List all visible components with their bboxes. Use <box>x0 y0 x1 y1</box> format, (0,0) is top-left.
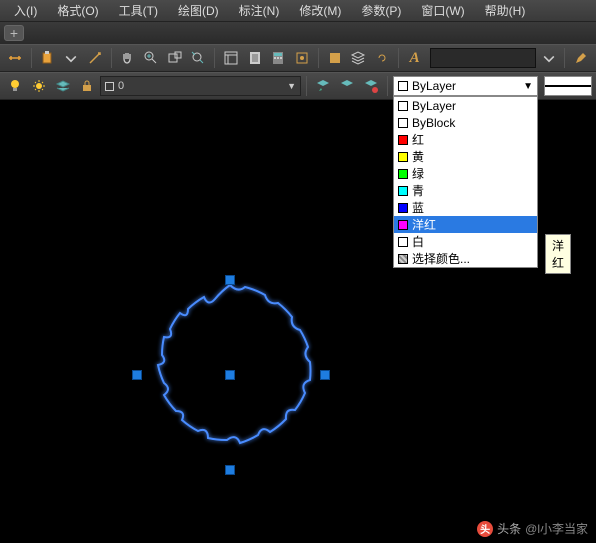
zoom-prev-icon[interactable] <box>188 47 210 69</box>
layer-state-icon[interactable] <box>336 75 358 97</box>
layer-icon[interactable] <box>348 47 370 69</box>
grip-left[interactable] <box>132 370 142 380</box>
grip-bottom[interactable] <box>225 465 235 475</box>
swatch-icon <box>398 118 408 128</box>
color-option-cyan[interactable]: 青 <box>394 182 537 199</box>
swatch-icon <box>398 81 408 91</box>
swatch-icon <box>398 203 408 213</box>
swatch-icon <box>398 169 408 179</box>
color-option-blue[interactable]: 蓝 <box>394 199 537 216</box>
chevron-down-icon[interactable] <box>60 47 82 69</box>
color-option-bylayer[interactable]: ByLayer <box>394 97 537 114</box>
chevron-down-icon: ▼ <box>287 81 296 91</box>
chevron-down-icon: ▼ <box>523 81 533 92</box>
layer-iso-icon[interactable] <box>360 75 382 97</box>
swatch-icon <box>105 82 114 91</box>
swatch-icon <box>398 254 408 264</box>
color-dropdown-list: ByLayer ByBlock 红 黄 绿 青 蓝 洋红 白 选择颜色... <box>393 96 538 268</box>
credit-prefix: 头条 <box>497 520 521 537</box>
watermark: 头 头条 @l小李当家 <box>477 520 588 537</box>
tooltip: 洋红 <box>545 234 571 274</box>
tool-block[interactable] <box>324 47 346 69</box>
grip-center[interactable] <box>225 370 235 380</box>
tool-link[interactable] <box>371 47 393 69</box>
color-option-magenta[interactable]: 洋红 <box>394 216 537 233</box>
pan-icon[interactable] <box>117 47 139 69</box>
swatch-icon <box>398 101 408 111</box>
tool-paste[interactable] <box>37 47 59 69</box>
color-option-yellow[interactable]: 黄 <box>394 148 537 165</box>
text-style-input[interactable] <box>430 48 536 68</box>
swatch-icon <box>398 135 408 145</box>
layer-prev-icon[interactable] <box>312 75 334 97</box>
color-selected-label: ByLayer <box>412 79 456 93</box>
lock-icon[interactable] <box>76 75 98 97</box>
color-option-white[interactable]: 白 <box>394 233 537 250</box>
swatch-icon <box>398 186 408 196</box>
calc-icon[interactable] <box>268 47 290 69</box>
menu-draw[interactable]: 绘图(D) <box>168 0 229 21</box>
properties-icon[interactable] <box>220 47 242 69</box>
layers-stack-icon[interactable] <box>52 75 74 97</box>
color-option-green[interactable]: 绿 <box>394 165 537 182</box>
swatch-icon <box>398 237 408 247</box>
layer-dropdown[interactable]: 0 ▼ <box>100 76 301 96</box>
menu-param[interactable]: 参数(P) <box>351 0 411 21</box>
logo-icon: 头 <box>477 521 493 537</box>
zoom-realtime-icon[interactable] <box>140 47 162 69</box>
credit-user: @l小李当家 <box>525 520 588 537</box>
menu-format[interactable]: 格式(O) <box>47 0 108 21</box>
gear-shape[interactable] <box>130 265 330 465</box>
color-option-red[interactable]: 红 <box>394 131 537 148</box>
tool-dim1[interactable] <box>4 47 26 69</box>
bulb-icon[interactable] <box>4 75 26 97</box>
zoom-window-icon[interactable] <box>164 47 186 69</box>
brush-icon[interactable] <box>570 47 592 69</box>
menu-tools[interactable]: 工具(T) <box>109 0 168 21</box>
text-style-icon[interactable]: A <box>404 47 426 69</box>
color-option-select[interactable]: 选择颜色... <box>394 250 537 267</box>
new-tab-button[interactable]: + <box>4 25 24 41</box>
toolbar-layers: 0 ▼ ByLayer ▼ ByLayer ByBlock 红 黄 绿 青 蓝 … <box>0 72 596 100</box>
linetype-dropdown[interactable] <box>544 76 592 96</box>
menu-insert[interactable]: 入(I) <box>4 0 47 21</box>
color-dropdown[interactable]: ByLayer ▼ <box>393 76 538 96</box>
color-option-byblock[interactable]: ByBlock <box>394 114 537 131</box>
tool-match[interactable] <box>84 47 106 69</box>
tool-markup[interactable] <box>291 47 313 69</box>
menu-modify[interactable]: 修改(M) <box>289 0 351 21</box>
menu-dimension[interactable]: 标注(N) <box>229 0 290 21</box>
sheet-icon[interactable] <box>244 47 266 69</box>
sun-icon[interactable] <box>28 75 50 97</box>
toolbar-main: A <box>0 44 596 72</box>
swatch-icon <box>398 152 408 162</box>
grip-right[interactable] <box>320 370 330 380</box>
menu-bar: 入(I) 格式(O) 工具(T) 绘图(D) 标注(N) 修改(M) 参数(P)… <box>0 0 596 22</box>
menu-window[interactable]: 窗口(W) <box>411 0 474 21</box>
chevron-down-icon[interactable] <box>538 47 560 69</box>
grip-top[interactable] <box>225 275 235 285</box>
layer-name: 0 <box>118 80 124 92</box>
tab-bar: + <box>0 22 596 44</box>
swatch-icon <box>398 220 408 230</box>
menu-help[interactable]: 帮助(H) <box>475 0 536 21</box>
